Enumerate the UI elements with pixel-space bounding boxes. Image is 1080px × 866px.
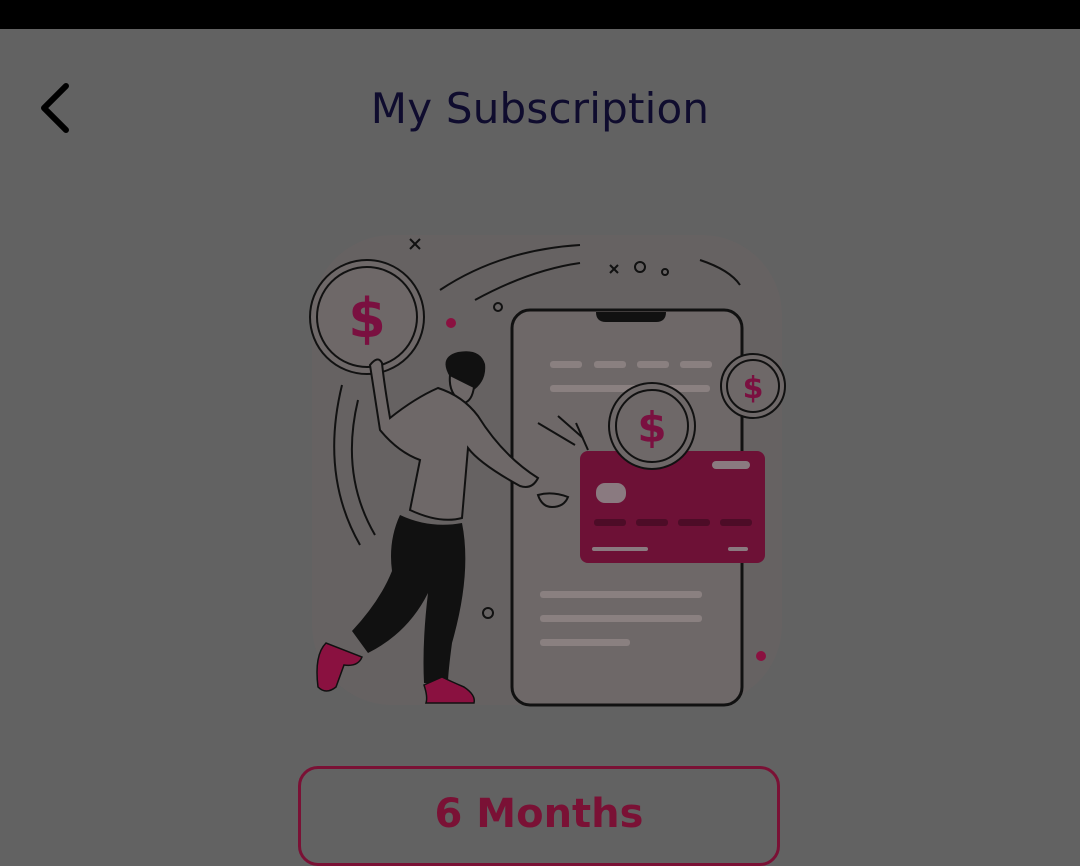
coin-large-icon: $ <box>309 259 425 375</box>
coin-small-icon: $ <box>720 353 786 419</box>
coin-medium-icon: $ <box>608 382 696 470</box>
svg-text:$: $ <box>743 371 764 406</box>
payment-illustration: $ $ $ <box>309 235 786 707</box>
svg-text:$: $ <box>637 403 666 452</box>
plan-label: 6 Months <box>434 791 644 837</box>
status-bar <box>0 0 1080 29</box>
plan-option-6-months[interactable]: 6 Months <box>298 766 780 866</box>
page-title: My Subscription <box>370 84 710 133</box>
svg-text:$: $ <box>348 287 386 350</box>
